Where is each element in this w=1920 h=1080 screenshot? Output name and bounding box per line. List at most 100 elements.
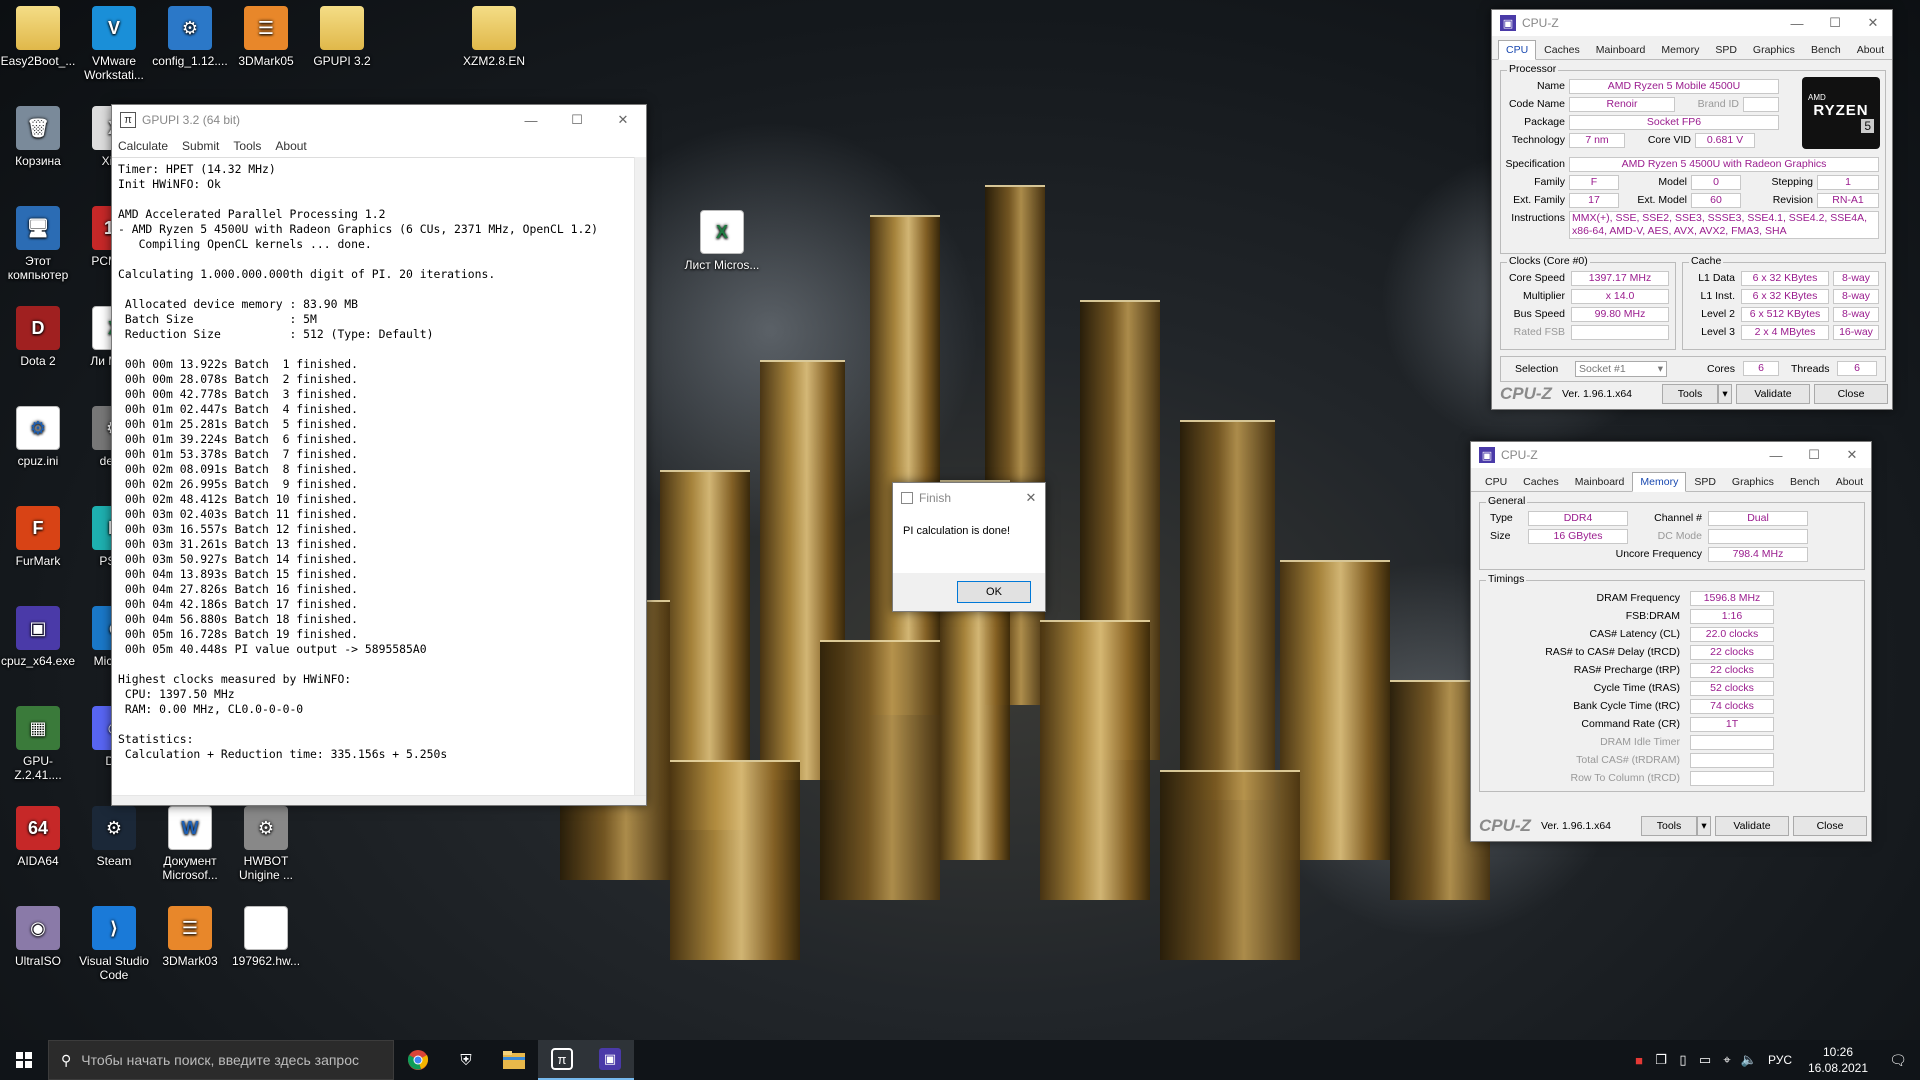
gpupi-title: GPUPI 3.2 (64 bit) <box>142 113 241 127</box>
cpuz-taskbar-icon[interactable]: ▣ <box>586 1040 634 1080</box>
desktop-icon[interactable]: XZM2.8.EN <box>456 6 532 68</box>
instructions-value: MMX(+), SSE, SSE2, SSE3, SSSE3, SSE4.1, … <box>1569 211 1879 239</box>
tab-caches[interactable]: Caches <box>1536 40 1588 59</box>
threads-label: Threads <box>1791 363 1830 375</box>
desktop-icon[interactable]: 🖥 Этот компьютер <box>0 206 76 282</box>
tools-button[interactable]: Tools <box>1641 816 1697 836</box>
maximize-icon[interactable]: ☐ <box>1795 442 1833 468</box>
desktop-icon[interactable]: F FurMark <box>0 506 76 568</box>
taskbar-search-box[interactable]: ⚲ Чтобы начать поиск, введите здесь запр… <box>48 1040 394 1080</box>
tab-bench[interactable]: Bench <box>1782 472 1828 491</box>
desktop-icon[interactable]: ☰ 3DMark03 <box>152 906 228 968</box>
chrome-icon[interactable] <box>394 1040 442 1080</box>
desktop-icon[interactable]: ⚙ Steam <box>76 806 152 868</box>
tools-dropdown-icon[interactable]: ▾ <box>1697 816 1711 836</box>
gpupi-log-output[interactable]: Timer: HPET (14.32 MHz) Init HWiNFO: Ok AM… <box>112 157 646 805</box>
language-indicator[interactable]: РУС <box>1760 1053 1800 1067</box>
group-label: Processor <box>1507 63 1559 75</box>
close-icon[interactable]: ✕ <box>1017 483 1045 513</box>
desktop-icon[interactable]: ◉ UltraISO <box>0 906 76 968</box>
usb-icon[interactable]: ▯ <box>1672 1052 1694 1068</box>
desktop-icon[interactable]: ⚙ config_1.12.... <box>152 6 228 68</box>
amd-tray-icon[interactable]: ■ <box>1628 1053 1650 1068</box>
desktop-icon[interactable]: ☰ 3DMark05 <box>228 6 304 68</box>
tab-caches[interactable]: Caches <box>1515 472 1567 491</box>
menu-submit[interactable]: Submit <box>182 139 219 153</box>
gpupi-titlebar[interactable]: π GPUPI 3.2 (64 bit) — ☐ ✕ <box>112 105 646 135</box>
desktop-icon[interactable]: D Dota 2 <box>0 306 76 368</box>
tab-mainboard[interactable]: Mainboard <box>1567 472 1633 491</box>
tab-about[interactable]: About <box>1849 40 1892 59</box>
desktop-icon[interactable]: ▦ GPU-Z.2.41.... <box>0 706 76 782</box>
horizontal-scrollbar[interactable] <box>112 795 646 805</box>
tab-memory[interactable]: Memory <box>1653 40 1707 59</box>
desktop-icon[interactable]: GPUPI 3.2 <box>304 6 380 68</box>
tools-dropdown-icon[interactable]: ▾ <box>1718 384 1732 404</box>
tab-spd[interactable]: SPD <box>1686 472 1724 491</box>
volume-icon[interactable]: 🔈 <box>1738 1052 1760 1068</box>
app-icon: V <box>92 6 136 50</box>
desktop-icon[interactable]: 64 AIDA64 <box>0 806 76 868</box>
desktop-icon[interactable]: 🗑 Корзина <box>0 106 76 168</box>
ratedfsb-value <box>1571 325 1669 340</box>
desktop-icon[interactable]: ▣ cpuz_x64.exe <box>0 606 76 668</box>
network-icon[interactable]: ⌖ <box>1716 1052 1738 1068</box>
desktop-icon[interactable]: X Лист Micros... <box>684 210 760 272</box>
technology-value: 7 nm <box>1569 133 1625 148</box>
desktop-icon[interactable]: W Документ Microsof... <box>152 806 228 882</box>
desktop-icon-label: Документ Microsof... <box>162 854 218 882</box>
log-line: 00h 04m 13.893s Batch 15 finished. <box>118 567 359 581</box>
desktop-icon[interactable]: ⚙ cpuz.ini <box>0 406 76 468</box>
package-value: Socket FP6 <box>1569 115 1779 130</box>
task-view-icon[interactable]: ❐ <box>1650 1052 1672 1068</box>
tab-graphics[interactable]: Graphics <box>1724 472 1782 491</box>
cpuz-footer: CPU-Z Ver. 1.96.1.x64 Tools ▾ Validate C… <box>1471 811 1871 841</box>
l3-way: 16-way <box>1833 325 1879 340</box>
close-icon[interactable]: ✕ <box>600 105 646 135</box>
file-explorer-icon[interactable] <box>490 1040 538 1080</box>
minimize-icon[interactable]: — <box>1778 10 1816 36</box>
maximize-icon[interactable]: ☐ <box>554 105 600 135</box>
log-line: Init HWiNFO: Ok <box>118 177 221 191</box>
close-icon[interactable]: ✕ <box>1854 10 1892 36</box>
desktop-icon[interactable]: 197962.hw... <box>228 906 304 968</box>
validate-button[interactable]: Validate <box>1736 384 1810 404</box>
menu-about[interactable]: About <box>275 139 306 153</box>
desktop-icon[interactable]: ⚙ HWBOT Unigine ... <box>228 806 304 882</box>
maximize-icon[interactable]: ☐ <box>1816 10 1854 36</box>
world-of-tanks-icon[interactable]: ⛨ <box>442 1040 490 1080</box>
battery-icon[interactable]: ▭ <box>1694 1052 1716 1068</box>
close-button[interactable]: Close <box>1814 384 1888 404</box>
tab-bench[interactable]: Bench <box>1803 40 1849 59</box>
tab-memory[interactable]: Memory <box>1632 472 1687 492</box>
socket-select[interactable]: Socket #1 ▾ <box>1575 361 1667 377</box>
minimize-icon[interactable]: — <box>508 105 554 135</box>
tab-mainboard[interactable]: Mainboard <box>1588 40 1654 59</box>
menu-calculate[interactable]: Calculate <box>118 139 168 153</box>
tab-cpu[interactable]: CPU <box>1477 472 1515 491</box>
gpupi-taskbar-icon[interactable]: π <box>538 1040 586 1080</box>
validate-button[interactable]: Validate <box>1715 816 1789 836</box>
cpuz-cpu-titlebar[interactable]: ▣ CPU-Z — ☐ ✕ <box>1492 10 1892 36</box>
minimize-icon[interactable]: — <box>1757 442 1795 468</box>
vertical-scrollbar[interactable] <box>634 157 646 795</box>
close-button[interactable]: Close <box>1793 816 1867 836</box>
tools-button[interactable]: Tools <box>1662 384 1718 404</box>
finish-titlebar[interactable]: Finish ✕ <box>893 483 1045 513</box>
desktop-icon[interactable]: Easy2Boot_... <box>0 6 76 68</box>
ok-button[interactable]: OK <box>957 581 1031 603</box>
l1i-label: L1 Inst. <box>1700 290 1735 302</box>
desktop-icon[interactable]: V VMware Workstati... <box>76 6 152 82</box>
clock[interactable]: 10:26 16.08.2021 <box>1800 1044 1876 1076</box>
app-icon: X <box>700 210 744 254</box>
menu-tools[interactable]: Tools <box>233 139 261 153</box>
tab-graphics[interactable]: Graphics <box>1745 40 1803 59</box>
notification-icon[interactable]: 🗨 <box>1876 1052 1920 1069</box>
tab-spd[interactable]: SPD <box>1707 40 1745 59</box>
tab-about[interactable]: About <box>1828 472 1871 491</box>
start-button[interactable] <box>0 1040 48 1080</box>
desktop-icon[interactable]: ⟩ Visual Studio Code <box>76 906 152 982</box>
tab-cpu[interactable]: CPU <box>1498 40 1537 60</box>
close-icon[interactable]: ✕ <box>1833 442 1871 468</box>
cpuz-mem-titlebar[interactable]: ▣ CPU-Z — ☐ ✕ <box>1471 442 1871 468</box>
